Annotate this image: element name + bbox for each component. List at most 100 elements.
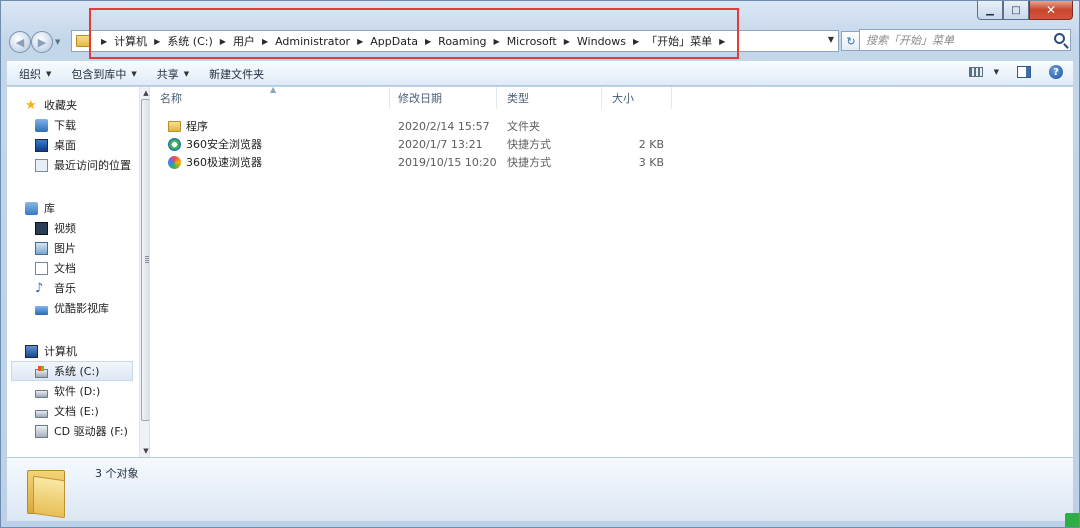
close-icon: ✕ [1045,3,1057,17]
column-header-size[interactable]: 大小 [602,87,672,109]
sidebar-item-youku-library[interactable]: 优酷影视库 [7,298,137,318]
browser-360x-icon [168,155,181,169]
explorer-window: ▁ □ ✕ ◀ ▶ ▼ ▶ 计算机 ▶ 系统 (C:) ▶ 用户 ▶ Admin… [0,0,1080,528]
file-name: 360安全浏览器 [186,138,262,151]
sidebar-favorites-label: 收藏夹 [44,99,77,112]
search-input[interactable] [866,33,1046,47]
sidebar-libraries[interactable]: 库 [7,198,137,218]
sidebar-item-documents-e[interactable]: 文档 (E:) [7,401,137,421]
share-button[interactable]: 共享 ▼ [157,66,189,82]
refresh-icon: ↻ [846,34,856,48]
search-box [859,29,1071,51]
back-button[interactable]: ◀ [9,31,31,53]
share-label: 共享 [156,67,179,81]
sidebar-item-desktop[interactable]: 桌面 [7,135,137,155]
close-button[interactable]: ✕ [1029,1,1073,20]
forward-button[interactable]: ▶ [31,31,53,53]
breadcrumb-roaming[interactable]: Roaming [438,35,486,48]
folder-icon [76,35,90,47]
breadcrumb-system-c[interactable]: 系统 (C:) [167,33,212,49]
address-history-dropdown-icon[interactable]: ▼ [828,35,834,44]
column-date-label: 修改日期 [398,92,442,105]
hard-drive-icon [35,389,48,398]
breadcrumb-start-menu[interactable]: 「开始」菜单 [646,33,712,49]
breadcrumb-separator-icon[interactable]: ▶ [425,37,431,46]
file-size: 3 KB [638,155,664,169]
sidebar-item-videos[interactable]: 视频 [7,218,137,238]
organize-label: 组织 [19,67,41,81]
column-type-label: 类型 [507,92,529,105]
sidebar-computer-label: 计算机 [44,345,77,358]
video-icon [35,221,48,235]
help-icon[interactable]: ? [1049,65,1063,79]
breadcrumb-administrator[interactable]: Administrator [275,35,350,48]
organize-button[interactable]: 组织 ▼ [19,66,51,82]
file-date: 2020/2/14 15:57 [398,119,490,133]
breadcrumb-separator-icon[interactable]: ▶ [101,37,107,46]
star-icon: ★ [25,97,37,113]
file-name-cell: 360极速浏览器 [150,154,390,170]
breadcrumb-separator-icon[interactable]: ▶ [357,37,363,46]
sort-ascending-icon: ▲ [270,85,277,94]
breadcrumb-users[interactable]: 用户 [233,33,255,49]
system-drive-icon [35,365,48,378]
folder-icon [168,120,181,132]
breadcrumb-separator-icon[interactable]: ▶ [220,37,226,46]
sidebar-item-recent-places[interactable]: 最近访问的位置 [7,155,137,175]
breadcrumb-computer[interactable]: 计算机 [114,33,147,49]
sidebar-item-pictures[interactable]: 图片 [7,238,137,258]
sidebar-item-label: 图片 [54,242,76,255]
sidebar-item-cd-drive-f[interactable]: CD 驱动器 (F:) [7,421,137,441]
sidebar-item-system-c[interactable]: 系统 (C:) [11,361,133,381]
breadcrumb-appdata[interactable]: AppData [370,35,418,48]
back-arrow-icon: ◀ [15,35,25,49]
toolbar-right-group: ▼ ? [968,65,1063,79]
preview-pane-icon[interactable] [1017,66,1031,78]
minimize-button[interactable]: ▁ [977,1,1003,20]
breadcrumb-windows[interactable]: Windows [577,35,626,48]
include-in-library-button[interactable]: 包含到库中 ▼ [71,66,136,82]
view-dropdown-icon[interactable]: ▼ [994,68,999,76]
recent-pages-dropdown[interactable]: ▼ [55,38,63,46]
computer-icon [25,344,38,358]
breadcrumb-separator-icon[interactable]: ▶ [494,37,500,46]
forward-arrow-icon: ▶ [37,35,47,49]
table-row[interactable]: 360极速浏览器 2019/10/15 10:20 快捷方式 3 KB [150,153,1073,171]
file-type: 快捷方式 [507,138,551,151]
youku-library-icon [35,305,48,315]
column-header-type[interactable]: 类型 [497,87,602,109]
search-icon[interactable] [1054,33,1065,44]
document-icon [35,261,48,275]
maximize-button[interactable]: □ [1003,1,1029,20]
address-bar[interactable]: ▶ 计算机 ▶ 系统 (C:) ▶ 用户 ▶ Administrator ▶ A… [71,30,839,52]
breadcrumb-separator-icon[interactable]: ▶ [719,37,725,46]
sidebar-item-label: 视频 [54,222,76,235]
sidebar-item-music[interactable]: ♪ 音乐 [7,278,137,298]
sidebar-item-documents[interactable]: 文档 [7,258,137,278]
sidebar-libraries-label: 库 [44,202,55,215]
file-name-cell: 360安全浏览器 [150,136,390,152]
table-row[interactable]: 360安全浏览器 2020/1/7 13:21 快捷方式 2 KB [150,135,1073,153]
breadcrumb-separator-icon[interactable]: ▶ [633,37,639,46]
sidebar-item-downloads[interactable]: 下载 [7,115,137,135]
breadcrumb-microsoft[interactable]: Microsoft [507,35,557,48]
refresh-button[interactable]: ↻ [841,31,861,51]
breadcrumb-separator-icon[interactable]: ▶ [154,37,160,46]
breadcrumb-separator-icon[interactable]: ▶ [564,37,570,46]
file-type: 快捷方式 [507,156,551,169]
new-folder-button[interactable]: 新建文件夹 [209,66,264,82]
view-options-icon[interactable] [968,67,983,77]
include-in-library-label: 包含到库中 [71,67,127,81]
sidebar-item-software-d[interactable]: 软件 (D:) [7,381,137,401]
picture-icon [35,241,48,255]
music-note-icon: ♪ [35,280,44,296]
sidebar-computer[interactable]: 计算机 [7,341,137,361]
chevron-down-icon: ▼ [183,69,190,78]
table-row[interactable]: 程序 2020/2/14 15:57 文件夹 [150,117,1073,135]
column-headers: 名称 ▲ 修改日期 类型 大小 [150,85,1073,109]
chevron-down-icon: ▼ [46,69,52,78]
sidebar-favorites[interactable]: ★ 收藏夹 [7,95,137,115]
column-header-date[interactable]: 修改日期 [390,87,497,109]
breadcrumb-separator-icon[interactable]: ▶ [262,37,268,46]
column-header-name[interactable]: 名称 ▲ [150,85,390,109]
